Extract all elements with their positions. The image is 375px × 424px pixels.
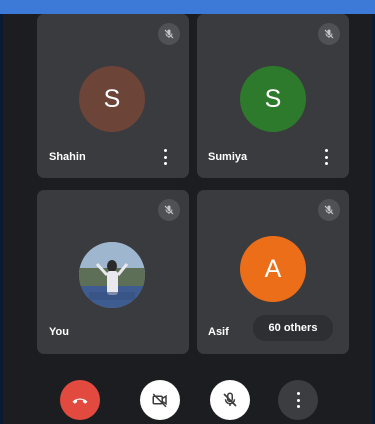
avatar: S [240, 66, 306, 132]
more-options-button[interactable] [278, 380, 318, 420]
more-vert-icon [295, 392, 301, 408]
participant-name: Sumiya [208, 151, 248, 163]
avatar-photo [79, 242, 145, 308]
window-top-border [0, 0, 375, 14]
camera-toggle-button[interactable] [140, 380, 180, 420]
microphone-toggle-button[interactable] [210, 380, 250, 420]
participant-name: You [49, 326, 69, 338]
participant-name: Asif [208, 326, 229, 338]
phone-hangup-icon [72, 398, 88, 404]
more-vert-icon[interactable] [323, 149, 329, 165]
participant-name: Shahin [49, 151, 86, 163]
mic-off-icon [223, 392, 237, 407]
mic-off-icon [318, 23, 340, 45]
participant-tile-you[interactable]: You [37, 190, 189, 354]
participant-tile-sumiya[interactable]: S Sumiya [197, 14, 349, 178]
others-count-chip[interactable]: 60 others [253, 315, 333, 341]
mic-off-icon [158, 199, 180, 221]
more-vert-icon[interactable] [162, 149, 168, 165]
meeting-grid: S Shahin S Sumiya You A Asif 60 others [3, 14, 372, 424]
mic-off-icon [158, 23, 180, 45]
mic-off-icon [318, 199, 340, 221]
avatar: S [79, 66, 145, 132]
video-off-icon [152, 393, 167, 408]
end-call-button[interactable] [60, 380, 100, 420]
participant-tile-shahin[interactable]: S Shahin [37, 14, 189, 178]
avatar: A [240, 236, 306, 302]
participant-tile-asif[interactable]: A Asif 60 others [197, 190, 349, 354]
